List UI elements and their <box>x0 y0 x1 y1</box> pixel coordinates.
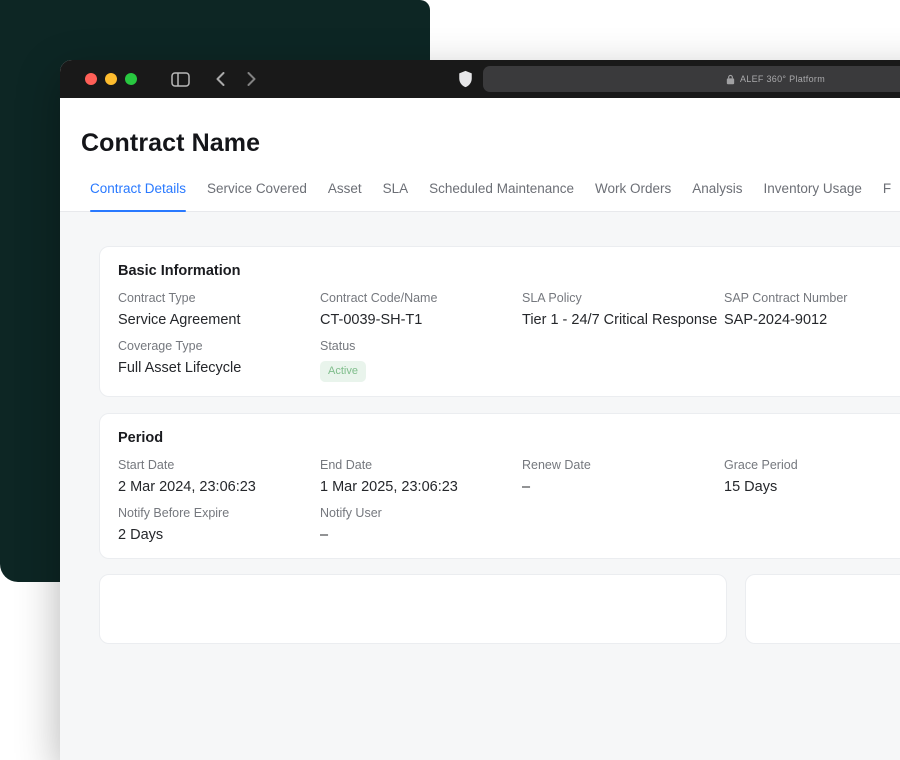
field-value: Service Agreement <box>118 312 241 328</box>
card-title: Period <box>118 430 164 446</box>
period-grid: Start Date 2 Mar 2024, 23:06:23 End Date… <box>118 458 900 544</box>
address-bar[interactable]: ALEF 360° Platform <box>483 66 900 92</box>
field-end-date: End Date 1 Mar 2025, 23:06:23 <box>320 458 522 496</box>
field-label: Coverage Type <box>118 339 203 353</box>
field-value: Full Asset Lifecycle <box>118 360 242 376</box>
field-value: – <box>320 527 329 543</box>
page-title: Contract Name <box>81 129 261 157</box>
field-label: Start Date <box>118 458 175 472</box>
partial-card-left <box>99 574 727 644</box>
field-value: 15 Days <box>724 479 778 495</box>
tab-scheduled-maintenance[interactable]: Scheduled Maintenance <box>429 180 574 211</box>
field-label: Contract Code/Name <box>320 291 438 305</box>
contract-page: Contract Name Contract Details Service C… <box>60 98 900 760</box>
field-grace-period: Grace Period 15 Days <box>724 458 900 496</box>
field-value: 2 Days <box>118 527 164 543</box>
field-label: Grace Period <box>724 458 798 472</box>
status-badge: Active <box>320 361 366 382</box>
field-label: Renew Date <box>522 458 591 472</box>
partial-card-right <box>745 574 900 644</box>
field-label: Status <box>320 339 356 353</box>
tab-inventory-usage[interactable]: Inventory Usage <box>764 180 862 211</box>
window-controls <box>85 73 137 85</box>
tab-contract-details[interactable]: Contract Details <box>90 180 187 212</box>
field-value: – <box>522 479 531 495</box>
field-contract-type: Contract Type Service Agreement <box>118 291 320 329</box>
field-label: SAP Contract Number <box>724 291 848 305</box>
field-value: 1 Mar 2025, 23:06:23 <box>320 479 458 495</box>
field-label: Contract Type <box>118 291 196 305</box>
content-area: Basic Information Contract Type Service … <box>60 212 900 760</box>
field-label: SLA Policy <box>522 291 582 305</box>
forward-button[interactable] <box>247 72 256 86</box>
basic-information-card: Basic Information Contract Type Service … <box>99 246 900 397</box>
tab-bar: Contract Details Service Covered Asset S… <box>60 180 900 212</box>
back-button[interactable] <box>216 72 225 86</box>
tab-work-orders[interactable]: Work Orders <box>595 180 671 211</box>
field-contract-code-name: Contract Code/Name CT-0039-SH-T1 <box>320 291 522 329</box>
browser-titlebar: ALEF 360° Platform <box>60 60 900 98</box>
zoom-window-button[interactable] <box>125 73 137 85</box>
field-label: Notify User <box>320 506 382 520</box>
browser-window: ALEF 360° Platform Contract Name Contrac… <box>60 60 900 760</box>
field-notify-before-expire: Notify Before Expire 2 Days <box>118 506 320 544</box>
field-value: SAP-2024-9012 <box>724 312 828 328</box>
field-sap-contract-number: SAP Contract Number SAP-2024-9012 <box>724 291 900 329</box>
field-label: Notify Before Expire <box>118 506 230 520</box>
field-status: Status Active <box>320 339 522 382</box>
close-window-button[interactable] <box>85 73 97 85</box>
field-start-date: Start Date 2 Mar 2024, 23:06:23 <box>118 458 320 496</box>
tab-asset[interactable]: Asset <box>328 180 362 211</box>
field-value: CT-0039-SH-T1 <box>320 312 423 328</box>
tab-service-covered[interactable]: Service Covered <box>207 180 307 211</box>
field-coverage-type: Coverage Type Full Asset Lifecycle <box>118 339 320 382</box>
shield-icon[interactable] <box>458 70 473 88</box>
field-sla-policy: SLA Policy Tier 1 - 24/7 Critical Respon… <box>522 291 724 329</box>
tab-analysis[interactable]: Analysis <box>692 180 742 211</box>
address-bar-text: ALEF 360° Platform <box>739 74 826 84</box>
lock-icon <box>726 74 735 85</box>
partial-cards-row <box>99 574 900 644</box>
card-title: Basic Information <box>118 263 241 279</box>
tab-truncated[interactable]: F <box>883 180 891 211</box>
field-value: Tier 1 - 24/7 Critical Response <box>522 312 718 328</box>
period-card: Period Start Date 2 Mar 2024, 23:06:23 E… <box>99 413 900 559</box>
sidebar-toggle-icon[interactable] <box>171 71 190 87</box>
field-renew-date: Renew Date – <box>522 458 724 496</box>
minimize-window-button[interactable] <box>105 73 117 85</box>
page-header: Contract Name Contract Details Service C… <box>60 98 900 212</box>
tab-sla[interactable]: SLA <box>383 180 409 211</box>
field-label: End Date <box>320 458 373 472</box>
basic-information-grid: Contract Type Service Agreement Contract… <box>118 291 900 382</box>
field-value: 2 Mar 2024, 23:06:23 <box>118 479 256 495</box>
field-notify-user: Notify User – <box>320 506 522 544</box>
